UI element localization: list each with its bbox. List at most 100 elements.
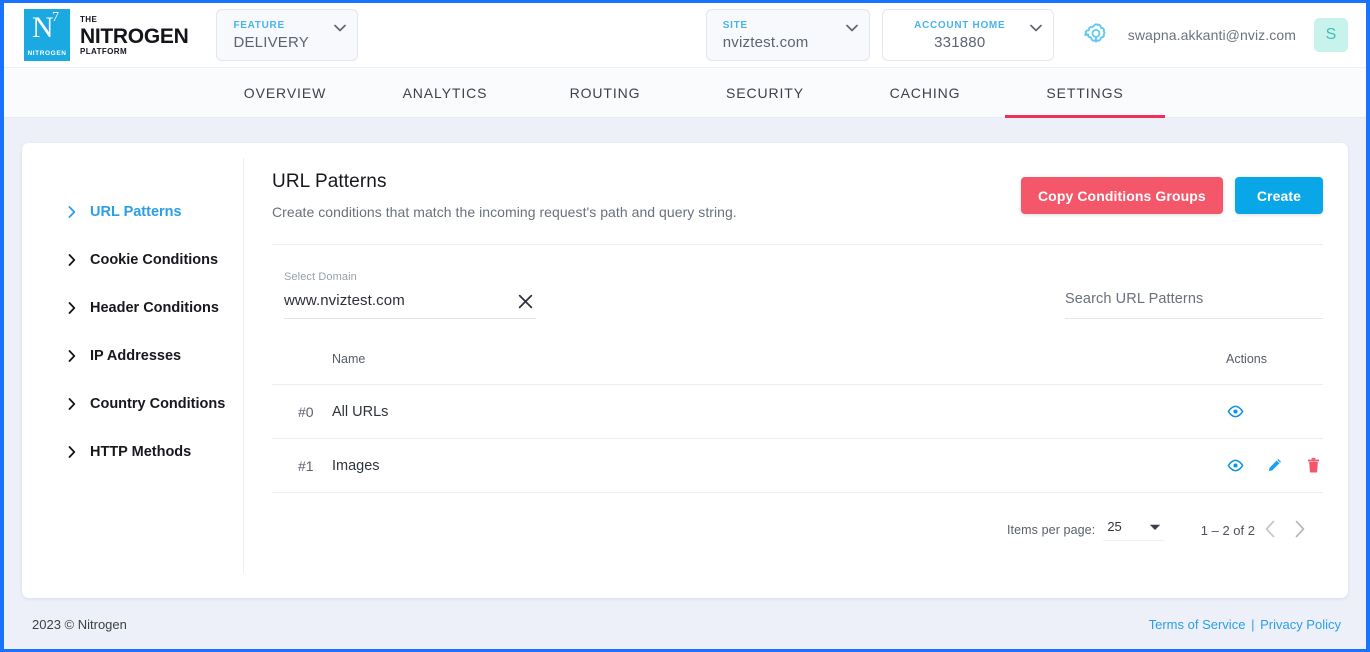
select-domain-value: www.nviztest.com	[284, 292, 405, 309]
tab-routing[interactable]: ROUTING	[525, 68, 685, 117]
search-url-patterns-field[interactable]: Search URL Patterns	[1065, 290, 1323, 319]
site-selector-label: SITE	[722, 19, 748, 31]
tab-label: CACHING	[889, 84, 961, 101]
items-per-page-value: 25	[1107, 519, 1122, 534]
brand-platform: PLATFORM	[80, 47, 128, 56]
feature-selector-label: FEATURE	[233, 19, 285, 31]
chevron-left-icon	[1264, 520, 1276, 541]
sidebar-item-url-patterns[interactable]: URL Patterns	[22, 188, 243, 236]
terms-of-service-link[interactable]: Terms of Service	[1149, 617, 1246, 632]
pagination-range-label: 1 – 2 of 2	[1200, 522, 1255, 538]
sidebar-item-label: Header Conditions	[90, 300, 219, 316]
brand-wordmark: THE NITROGEN PLATFORM	[80, 14, 189, 56]
top-bar-right: SITE nviztest.com ACCOUNT HOME 331880 sw…	[705, 9, 1348, 61]
content-header: URL Patterns Create conditions that matc…	[272, 171, 1323, 220]
chevron-right-icon	[68, 446, 76, 458]
tab-analytics[interactable]: ANALYTICS	[365, 68, 525, 117]
row-action-group	[1140, 402, 1323, 421]
chevron-right-icon	[68, 254, 76, 266]
copyright-text: 2023 © Nitrogen	[32, 616, 127, 632]
row-index: #0	[272, 384, 332, 439]
tab-label: SETTINGS	[1046, 84, 1124, 101]
user-email[interactable]: swapna.akkanti@nviz.com	[1128, 27, 1296, 43]
sidebar-item-label: URL Patterns	[90, 204, 182, 220]
page-footer: 2023 © Nitrogen Terms of Service | Priva…	[4, 598, 1366, 650]
table-row[interactable]: #0 All URLs	[272, 384, 1323, 439]
site-selector[interactable]: SITE nviztest.com	[705, 9, 870, 61]
brand-name: NITROGEN	[80, 25, 189, 48]
sidebar-item-cookie-conditions[interactable]: Cookie Conditions	[22, 236, 243, 284]
sidebar-item-label: IP Addresses	[90, 348, 182, 364]
brand-logo[interactable]: N 7 NITROGEN THE NITROGEN PLATFORM	[24, 9, 189, 61]
edit-icon[interactable]	[1265, 456, 1284, 475]
copy-conditions-groups-button[interactable]: Copy Conditions Groups	[1020, 177, 1223, 214]
feature-selector-value: DELIVERY	[233, 33, 309, 51]
previous-page-button[interactable]	[1255, 515, 1285, 545]
logo-mark-word: NITROGEN	[27, 50, 67, 57]
create-button[interactable]: Create	[1234, 177, 1323, 214]
row-actions	[1140, 438, 1323, 493]
chevron-down-icon	[1149, 520, 1161, 534]
app-window: N 7 NITROGEN THE NITROGEN PLATFORM FEATU…	[0, 0, 1370, 652]
sidebar-item-http-methods[interactable]: HTTP Methods	[22, 428, 243, 476]
account-selector-label: ACCOUNT HOME	[914, 19, 1006, 31]
table-body: #0 All URLs #1 Images	[272, 384, 1323, 493]
tab-security[interactable]: SECURITY	[685, 68, 845, 117]
select-domain-field[interactable]: Select Domain www.nviztest.com	[284, 271, 536, 319]
chevron-down-icon	[1029, 24, 1042, 32]
footer-links: Terms of Service | Privacy Policy	[1149, 617, 1341, 632]
chevron-right-icon	[1294, 520, 1306, 541]
tab-settings[interactable]: SETTINGS	[1005, 68, 1165, 118]
page-title: URL Patterns	[272, 171, 387, 192]
table-header-row: Name Actions	[272, 352, 1323, 385]
tab-label: OVERVIEW	[243, 84, 327, 101]
tab-overview[interactable]: OVERVIEW	[205, 68, 365, 117]
row-action-group	[1140, 456, 1323, 475]
column-header-name: Name	[332, 352, 1140, 385]
table-paginator: Items per page: 25 1 – 2 of 2	[272, 493, 1323, 545]
url-patterns-table: Name Actions #0 All URLs #1 Images	[272, 352, 1323, 493]
chevron-right-icon	[68, 398, 76, 410]
view-icon[interactable]	[1226, 402, 1245, 421]
tab-label: SECURITY	[726, 84, 804, 101]
logo-exponent-7: 7	[52, 10, 59, 25]
row-name: Images	[332, 438, 1140, 493]
sidebar-item-label: Country Conditions	[90, 396, 226, 412]
table-row[interactable]: #1 Images	[272, 438, 1323, 493]
chevron-down-icon	[334, 24, 347, 32]
chevron-down-icon	[845, 24, 858, 32]
brand-the: THE	[80, 15, 98, 24]
feature-selector[interactable]: FEATURE DELIVERY	[216, 9, 359, 61]
account-selector[interactable]: ACCOUNT HOME 331880	[881, 9, 1054, 61]
gear-icon[interactable]	[1082, 21, 1110, 49]
footer-link-separator: |	[1251, 616, 1255, 632]
delete-icon[interactable]	[1304, 456, 1323, 475]
chevron-right-icon	[68, 350, 76, 362]
sidebar-item-header-conditions[interactable]: Header Conditions	[22, 284, 243, 332]
sidebar-item-country-conditions[interactable]: Country Conditions	[22, 380, 243, 428]
settings-card: URL Patterns Cookie Conditions Header Co…	[22, 143, 1348, 598]
settings-content: URL Patterns Create conditions that matc…	[244, 143, 1348, 598]
tab-caching[interactable]: CACHING	[845, 68, 1005, 117]
filters-row: Select Domain www.nviztest.com Search UR…	[272, 245, 1323, 319]
column-header-actions: Actions	[1140, 352, 1323, 385]
items-per-page-select[interactable]: 25	[1103, 519, 1165, 541]
tab-label: ANALYTICS	[402, 84, 488, 101]
items-per-page-label: Items per page:	[1006, 523, 1096, 537]
page-subtitle: Create conditions that match the incomin…	[272, 204, 737, 220]
settings-sidebar: URL Patterns Cookie Conditions Header Co…	[22, 158, 244, 573]
sidebar-item-label: HTTP Methods	[90, 444, 192, 460]
tab-label: ROUTING	[569, 84, 641, 101]
view-icon[interactable]	[1226, 456, 1245, 475]
header-actions: Copy Conditions Groups Create	[1020, 171, 1323, 214]
sidebar-item-label: Cookie Conditions	[90, 252, 219, 268]
avatar[interactable]: S	[1314, 18, 1348, 52]
next-page-button[interactable]	[1285, 515, 1315, 545]
close-x-icon[interactable]	[517, 293, 534, 310]
top-bar: N 7 NITROGEN THE NITROGEN PLATFORM FEATU…	[4, 3, 1366, 67]
account-selector-value: 331880	[934, 33, 986, 51]
privacy-policy-link[interactable]: Privacy Policy	[1260, 617, 1341, 632]
row-index: #1	[272, 438, 332, 493]
content-header-text: URL Patterns Create conditions that matc…	[272, 171, 737, 220]
sidebar-item-ip-addresses[interactable]: IP Addresses	[22, 332, 243, 380]
